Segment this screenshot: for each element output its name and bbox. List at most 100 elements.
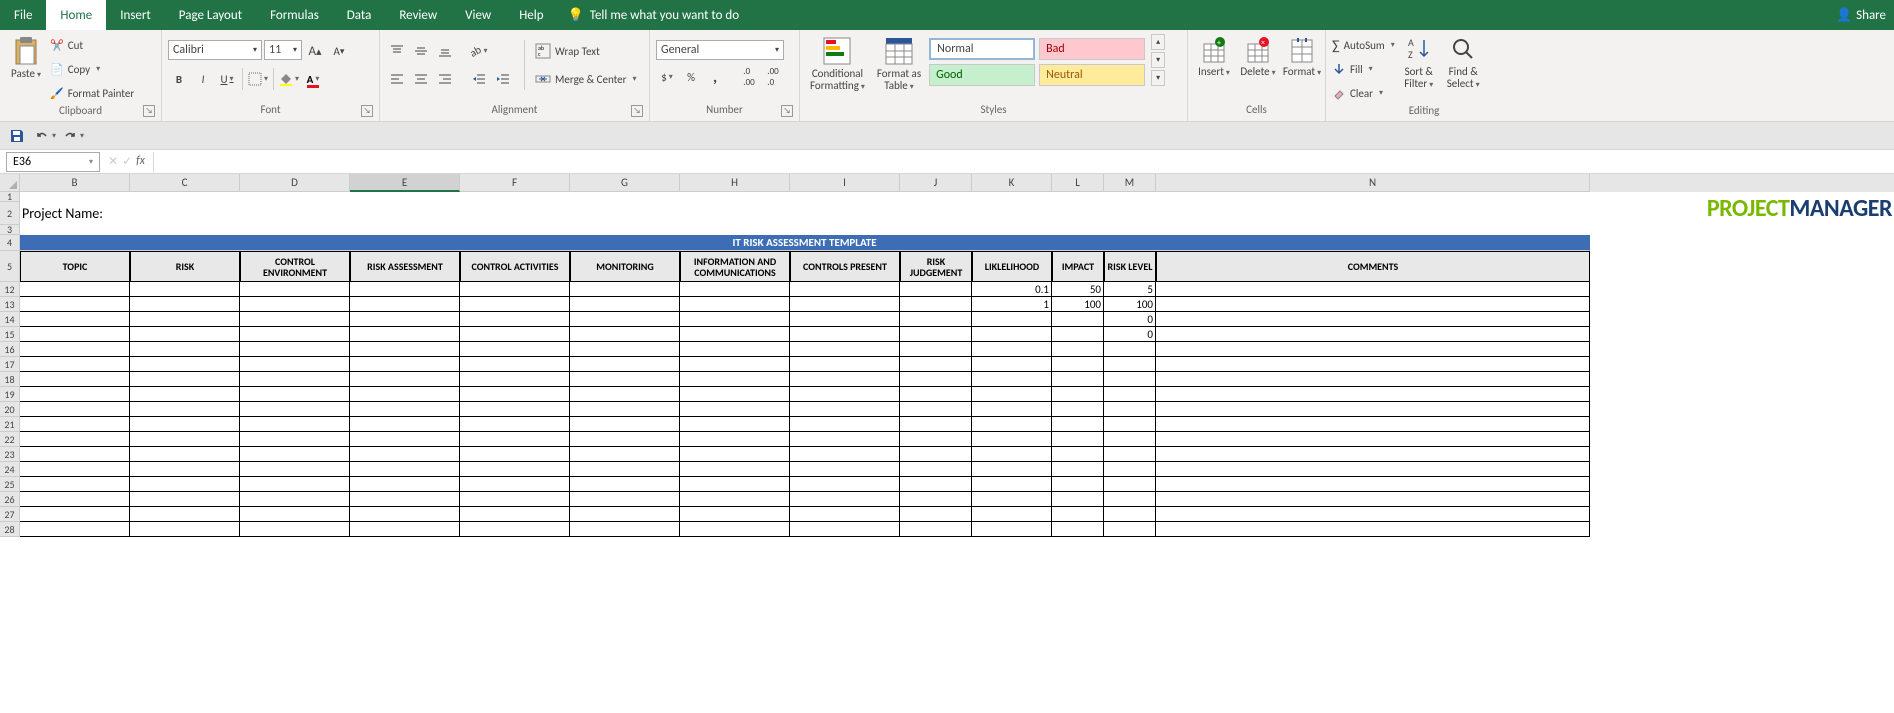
cell-J13[interactable] [900, 297, 972, 312]
header-9[interactable]: LIKLELIHOOD [972, 251, 1052, 282]
cell-I27[interactable] [790, 507, 900, 522]
cell-K18[interactable] [972, 372, 1052, 387]
cell-M28[interactable] [1104, 522, 1156, 537]
cell-B18[interactable] [20, 372, 130, 387]
cell-G20[interactable] [570, 402, 680, 417]
align-top-button[interactable] [386, 40, 408, 62]
font-name-combo[interactable]: Calibri▾ [168, 40, 262, 60]
clear-button[interactable]: Clear [1332, 82, 1395, 104]
cell-N28[interactable] [1156, 522, 1590, 537]
cell-K21[interactable] [972, 417, 1052, 432]
cell-N25[interactable] [1156, 477, 1590, 492]
project-name-cell[interactable]: Project Name: [20, 202, 520, 225]
fill-button[interactable]: Fill [1332, 58, 1395, 80]
cell-E20[interactable] [350, 402, 460, 417]
cell-D27[interactable] [240, 507, 350, 522]
cell-L23[interactable] [1052, 447, 1104, 462]
cell-C22[interactable] [130, 432, 240, 447]
cancel-formula-button[interactable]: ✕ [108, 154, 118, 169]
cell-K24[interactable] [972, 462, 1052, 477]
style-normal[interactable]: Normal [929, 38, 1035, 60]
cell-E23[interactable] [350, 447, 460, 462]
insert-cells-button[interactable]: + Insert [1194, 34, 1234, 81]
cell-H28[interactable] [680, 522, 790, 537]
cell-I20[interactable] [790, 402, 900, 417]
cell-F21[interactable] [460, 417, 570, 432]
cell[interactable] [1104, 225, 1156, 235]
cell-B24[interactable] [20, 462, 130, 477]
merge-center-button[interactable]: Merge & Center [535, 68, 637, 90]
cell-H20[interactable] [680, 402, 790, 417]
cell-N21[interactable] [1156, 417, 1590, 432]
header-1[interactable]: RISK [130, 251, 240, 282]
header-3[interactable]: RISK ASSESSMENT [350, 251, 460, 282]
font-size-combo[interactable]: 11▾ [264, 40, 302, 60]
cell-C27[interactable] [130, 507, 240, 522]
cell-H12[interactable] [680, 282, 790, 297]
cell-K23[interactable] [972, 447, 1052, 462]
cell-C20[interactable] [130, 402, 240, 417]
row-header-1[interactable]: 1 [0, 192, 20, 202]
tab-formulas[interactable]: Formulas [256, 0, 333, 30]
cell-F15[interactable] [460, 327, 570, 342]
style-neutral[interactable]: Neutral [1039, 64, 1145, 86]
cell[interactable] [680, 192, 790, 202]
cell-H19[interactable] [680, 387, 790, 402]
col-header-L[interactable]: L [1052, 174, 1104, 192]
row-header-22[interactable]: 22 [0, 432, 20, 447]
row-header-24[interactable]: 24 [0, 462, 20, 477]
cell-E12[interactable] [350, 282, 460, 297]
cell[interactable] [350, 225, 460, 235]
percent-button[interactable]: % [680, 66, 702, 88]
cell-F23[interactable] [460, 447, 570, 462]
cell-D16[interactable] [240, 342, 350, 357]
header-2[interactable]: CONTROL ENVIRONMENT [240, 251, 350, 282]
cell-K15[interactable] [972, 327, 1052, 342]
row-header-21[interactable]: 21 [0, 417, 20, 432]
cell-N20[interactable] [1156, 402, 1590, 417]
cell-G19[interactable] [570, 387, 680, 402]
cell-G12[interactable] [570, 282, 680, 297]
row-header-4[interactable]: 4 [0, 235, 20, 251]
cell-N18[interactable] [1156, 372, 1590, 387]
cell-D14[interactable] [240, 312, 350, 327]
col-header-C[interactable]: C [130, 174, 240, 192]
cell-M15[interactable]: 0 [1104, 327, 1156, 342]
cell[interactable] [460, 225, 570, 235]
cell-B12[interactable] [20, 282, 130, 297]
font-color-button[interactable]: A [302, 68, 324, 90]
cell-H13[interactable] [680, 297, 790, 312]
decrease-decimal-button[interactable]: .00.0 [762, 66, 784, 88]
cell-B22[interactable] [20, 432, 130, 447]
cell-H15[interactable] [680, 327, 790, 342]
cell-F28[interactable] [460, 522, 570, 537]
number-launcher[interactable]: ↘ [781, 105, 793, 117]
cell[interactable] [1052, 192, 1104, 202]
cell-D28[interactable] [240, 522, 350, 537]
cell-G16[interactable] [570, 342, 680, 357]
cell-F12[interactable] [460, 282, 570, 297]
cell-K12[interactable]: 0.1 [972, 282, 1052, 297]
cell-L28[interactable] [1052, 522, 1104, 537]
cell-C12[interactable] [130, 282, 240, 297]
increase-decimal-button[interactable]: .0.00 [738, 66, 760, 88]
cell-M27[interactable] [1104, 507, 1156, 522]
cell-D26[interactable] [240, 492, 350, 507]
header-0[interactable]: TOPIC [20, 251, 130, 282]
cell-L27[interactable] [1052, 507, 1104, 522]
format-cells-button[interactable]: Format [1282, 34, 1322, 81]
cell-I15[interactable] [790, 327, 900, 342]
tab-view[interactable]: View [451, 0, 505, 30]
cell-D25[interactable] [240, 477, 350, 492]
cell-I21[interactable] [790, 417, 900, 432]
cell-K28[interactable] [972, 522, 1052, 537]
cell-I13[interactable] [790, 297, 900, 312]
cell-E27[interactable] [350, 507, 460, 522]
row-header-18[interactable]: 18 [0, 372, 20, 387]
cell-G13[interactable] [570, 297, 680, 312]
cell-B26[interactable] [20, 492, 130, 507]
cell-C23[interactable] [130, 447, 240, 462]
align-left-button[interactable] [386, 68, 408, 90]
cell-L13[interactable]: 100 [1052, 297, 1104, 312]
select-all-corner[interactable] [0, 174, 20, 192]
